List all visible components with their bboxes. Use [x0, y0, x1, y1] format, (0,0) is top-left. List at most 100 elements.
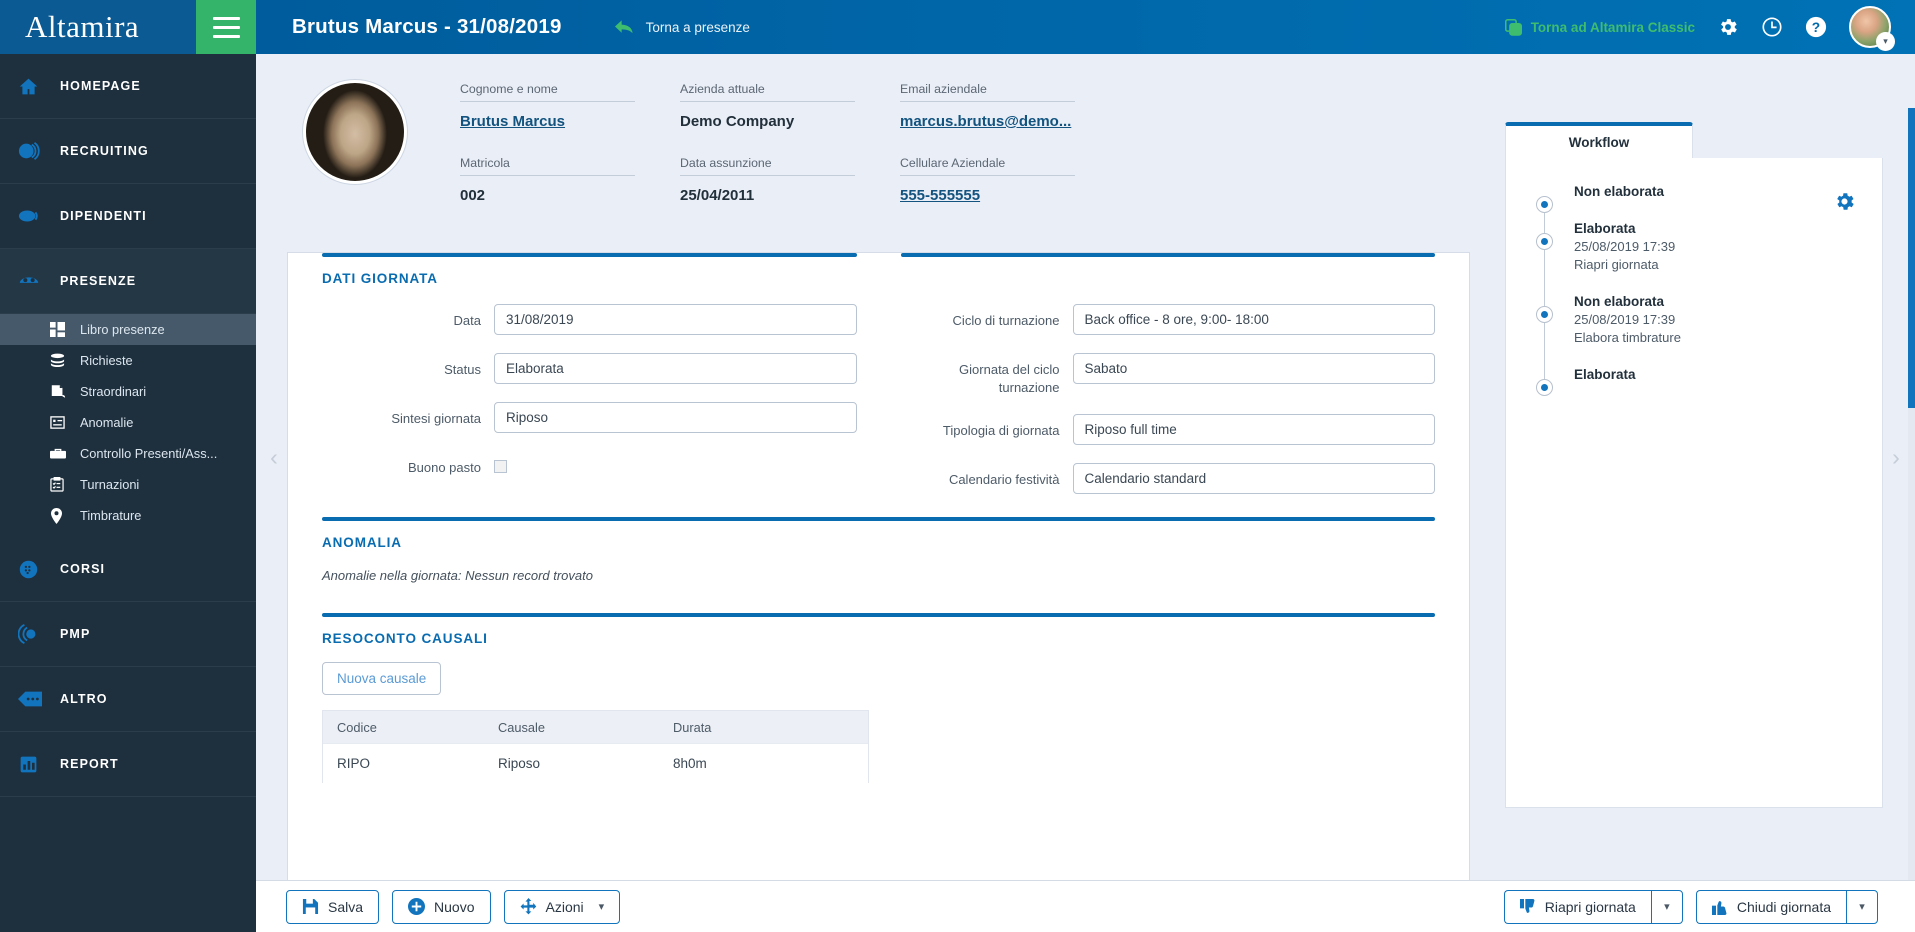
sidebar-item-label: PMP	[60, 627, 91, 641]
chiudi-giornata-button[interactable]: Chiudi giornata	[1695, 889, 1846, 924]
workflow-step-state: Elaborata	[1574, 221, 1636, 236]
workflow-step-timestamp: 25/08/2019 17:39	[1574, 239, 1676, 254]
bottom-right-actions: Riapri giornata ▾ Chiudi giornata ▾	[1503, 889, 1891, 924]
chevron-down-icon[interactable]: ▾	[1650, 889, 1683, 924]
field-label: Calendario festività	[948, 472, 1060, 488]
field-label: Data	[453, 313, 481, 328]
workflow-step: Non elaborata 25/08/2019 17:39 Elabora t…	[1528, 294, 1860, 379]
riapri-giornata-button[interactable]: Riapri giornata	[1503, 889, 1651, 924]
brand-header: Altamira	[0, 0, 256, 54]
sidebar-item-libro-presenze[interactable]: Libro presenze	[0, 314, 256, 345]
cell-codice: RIPO	[337, 756, 371, 772]
chevron-right-icon[interactable]: ›	[1886, 439, 1906, 475]
sidebar-item-label: DIPENDENTI	[60, 209, 147, 223]
anomalia-message: Anomalie nella giornata: Nessun record t…	[322, 568, 593, 584]
sidebar-item-label: HOMEPAGE	[60, 79, 141, 93]
svg-text:?: ?	[1812, 20, 1820, 35]
field-label: Ciclo di turnazione	[952, 313, 1060, 328]
sidebar-item-turnazioni[interactable]: Turnazioni	[0, 469, 256, 500]
scrollbar-thumb[interactable]	[1908, 108, 1915, 408]
azioni-label: Azioni	[545, 898, 584, 915]
save-button[interactable]: Salva	[286, 889, 380, 924]
riapri-giornata-split-button: Riapri giornata ▾	[1503, 889, 1683, 924]
sidebar-item-label: PRESENZE	[60, 274, 137, 288]
sidebar-item-richieste[interactable]: Richieste	[0, 345, 256, 376]
sidebar-item-altro[interactable]: ALTRO	[0, 667, 256, 732]
azioni-button[interactable]: Azioni ▾	[503, 889, 621, 924]
section-title-anomalia: ANOMALIA	[322, 535, 402, 551]
save-icon	[302, 898, 319, 915]
content-scroll-area: Cognome e nome Brutus Marcus Matricola 0…	[256, 54, 1915, 880]
status-input[interactable]: Elaborata	[494, 353, 857, 384]
workflow-step: Non elaborata	[1528, 184, 1860, 233]
sintesi-giornata-input[interactable]: Riposo	[494, 402, 857, 433]
section-title-dati-giornata: DATI GIORNATA	[322, 271, 438, 286]
sidebar-item-homepage[interactable]: HOMEPAGE	[0, 54, 256, 119]
nuova-causale-button[interactable]: Nuova causale	[322, 662, 442, 696]
field-row-data: Data 31/08/2019	[322, 304, 857, 335]
nuovo-button[interactable]: Nuovo	[392, 889, 491, 924]
table-header-row: Codice Causale Durata	[323, 711, 868, 744]
back-to-presenze-link[interactable]: Torna a presenze	[614, 19, 750, 35]
tipologia-giornata-input[interactable]: Riposo full time	[1072, 414, 1435, 446]
field-label: Giornata del ciclo turnazione	[959, 362, 1060, 395]
chevron-left-icon[interactable]: ‹	[264, 439, 284, 475]
sidebar-item-dipendenti[interactable]: DIPENDENTI	[0, 184, 256, 249]
clock-icon[interactable]	[1761, 16, 1783, 38]
sidebar-item-corsi[interactable]: CORSI	[0, 537, 256, 602]
sidebar-item-report[interactable]: REPORT	[0, 732, 256, 797]
help-icon[interactable]: ?	[1805, 16, 1827, 38]
altamira-classic-link[interactable]: Torna ad Altamira Classic	[1504, 18, 1695, 36]
calendario-festivita-input[interactable]: Calendario standard	[1072, 463, 1435, 495]
field-label: Email aziendale	[900, 82, 1075, 102]
field-value-cognome-nome[interactable]: Brutus Marcus	[460, 113, 635, 130]
chevron-down-icon[interactable]: ▾	[1876, 32, 1895, 51]
field-row-giornata-ciclo: Giornata del ciclo turnazione Sabato	[901, 353, 1435, 396]
table-row[interactable]: RIPO Riposo 8h0m	[323, 743, 868, 783]
sidebar-item-presenze[interactable]: PRESENZE	[0, 249, 256, 314]
timeline-dot	[1536, 196, 1553, 213]
field-value-cellulare[interactable]: 555-555555	[900, 187, 1075, 204]
field-label: Cognome e nome	[460, 82, 635, 102]
avatar[interactable]: ▾	[1849, 6, 1895, 51]
field-label: Tipologia di giornata	[942, 423, 1060, 439]
home-icon	[18, 76, 60, 97]
column-header-codice: Codice	[337, 719, 377, 735]
chevron-down-icon[interactable]: ▾	[1846, 889, 1878, 924]
data-input[interactable]: 31/08/2019	[494, 304, 857, 335]
hamburger-menu-icon[interactable]	[196, 0, 256, 54]
chevron-down-icon[interactable]: ▾	[599, 900, 605, 913]
sidebar-item-straordinari[interactable]: Straordinari	[0, 376, 256, 407]
workflow-body: Non elaborata Elaborata 25/08/2019 17:39…	[1505, 158, 1883, 808]
sidebar-item-controllo-presenti[interactable]: Controllo Presenti/Ass...	[0, 438, 256, 469]
cell-durata: 8h0m	[673, 756, 707, 772]
riapri-giornata-label: Riapri giornata	[1544, 898, 1636, 915]
resoconto-causali-section: RESOCONTO CAUSALI Nuova causale Codice C…	[288, 583, 1469, 784]
sidebar-item-pmp[interactable]: PMP	[0, 602, 256, 667]
recruiting-icon	[18, 140, 60, 162]
field-row-tipologia: Tipologia di giornata Riposo full time	[901, 414, 1435, 446]
gear-icon[interactable]	[1717, 16, 1739, 38]
workflow-step-state: Non elaborata	[1574, 184, 1665, 199]
presenze-submenu: Libro presenze Richieste Straordinari An…	[0, 314, 256, 537]
field-value-email[interactable]: marcus.brutus@demo...	[900, 113, 1075, 130]
employee-fields: Cognome e nome Brutus Marcus Matricola 0…	[460, 82, 1120, 230]
sidebar-item-label: ALTRO	[60, 692, 108, 706]
ciclo-turnazione-input[interactable]: Back office - 8 ore, 9:00- 18:00	[1072, 304, 1435, 335]
chiudi-giornata-split-button: Chiudi giornata ▾	[1695, 889, 1878, 924]
dati-giornata-section: DATI GIORNATA Data 31/08/2019 Status Ela…	[288, 253, 1469, 495]
topbar-actions: Torna ad Altamira Classic ? ▾	[1504, 6, 1915, 51]
buono-pasto-checkbox[interactable]	[494, 460, 507, 473]
giornata-ciclo-input[interactable]: Sabato	[1072, 353, 1435, 384]
field-row-buono-pasto: Buono pasto	[322, 451, 857, 477]
main-content: Cognome e nome Brutus Marcus Matricola 0…	[256, 54, 1915, 932]
field-row-sintesi: Sintesi giornata Riposo	[322, 402, 857, 433]
classic-link-label: Torna ad Altamira Classic	[1530, 19, 1695, 35]
sidebar-item-recruiting[interactable]: RECRUITING	[0, 119, 256, 184]
vertical-scrollbar[interactable]	[1908, 108, 1915, 880]
sidebar-item-anomalie[interactable]: Anomalie	[0, 407, 256, 438]
chiudi-giornata-label: Chiudi giornata	[1736, 898, 1831, 915]
field-label: Buono pasto	[407, 460, 481, 475]
tab-workflow[interactable]: Workflow	[1505, 122, 1693, 158]
sidebar-item-timbrature[interactable]: Timbrature	[0, 500, 256, 531]
